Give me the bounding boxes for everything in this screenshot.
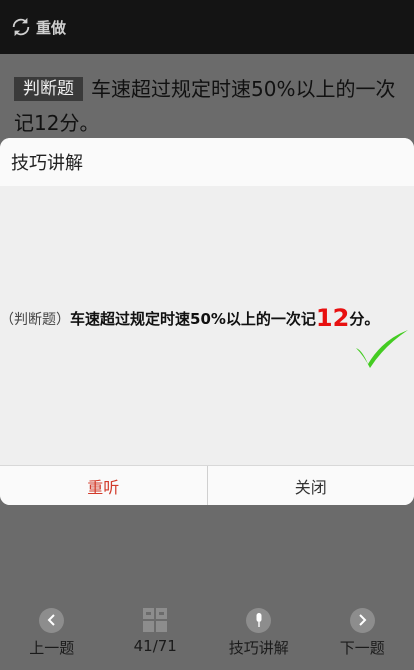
- progress-button[interactable]: 41/71: [104, 600, 208, 670]
- redo-label: 重做: [36, 18, 67, 37]
- replay-button[interactable]: 重听: [0, 466, 208, 505]
- next-question-button[interactable]: 下一题: [311, 600, 414, 670]
- prev-label: 上一题: [29, 639, 75, 657]
- next-label: 下一题: [339, 639, 385, 657]
- top-bar: 重做: [0, 0, 414, 54]
- chevron-right-icon: [349, 607, 375, 633]
- bottom-nav: 上一题 41/71 技巧讲解 下一题: [0, 600, 414, 670]
- question-text: 判断题 车速超过规定时速50%以上的一次记12分。: [14, 72, 404, 140]
- refresh-icon: [12, 17, 30, 37]
- checkmark-icon: [356, 330, 408, 368]
- prev-question-button[interactable]: 上一题: [0, 600, 104, 670]
- explanation-suffix: 分。: [349, 310, 380, 328]
- explanation-main: 车速超过规定时速50%以上的一次记: [70, 310, 316, 328]
- tips-button[interactable]: 技巧讲解: [207, 600, 311, 670]
- tips-label: 技巧讲解: [228, 639, 289, 657]
- explanation-prefix: （判断题）: [0, 312, 70, 328]
- dialog-footer: 重听 关闭: [0, 465, 414, 505]
- close-button[interactable]: 关闭: [208, 466, 414, 505]
- microphone-icon: [246, 607, 272, 633]
- redo-button[interactable]: 重做: [10, 16, 66, 38]
- dialog-title: 技巧讲解: [0, 138, 414, 186]
- tips-explanation: （判断题）车速超过规定时速50%以上的一次记12分。: [0, 304, 414, 332]
- question-type-badge: 判断题: [14, 77, 83, 101]
- grid-icon: [143, 608, 168, 632]
- progress-label: 41/71: [133, 637, 177, 655]
- chevron-left-icon: [39, 607, 65, 633]
- explanation-highlight: 12: [315, 304, 350, 332]
- tips-dialog: 技巧讲解 （判断题）车速超过规定时速50%以上的一次记12分。 重听 关闭: [0, 138, 414, 505]
